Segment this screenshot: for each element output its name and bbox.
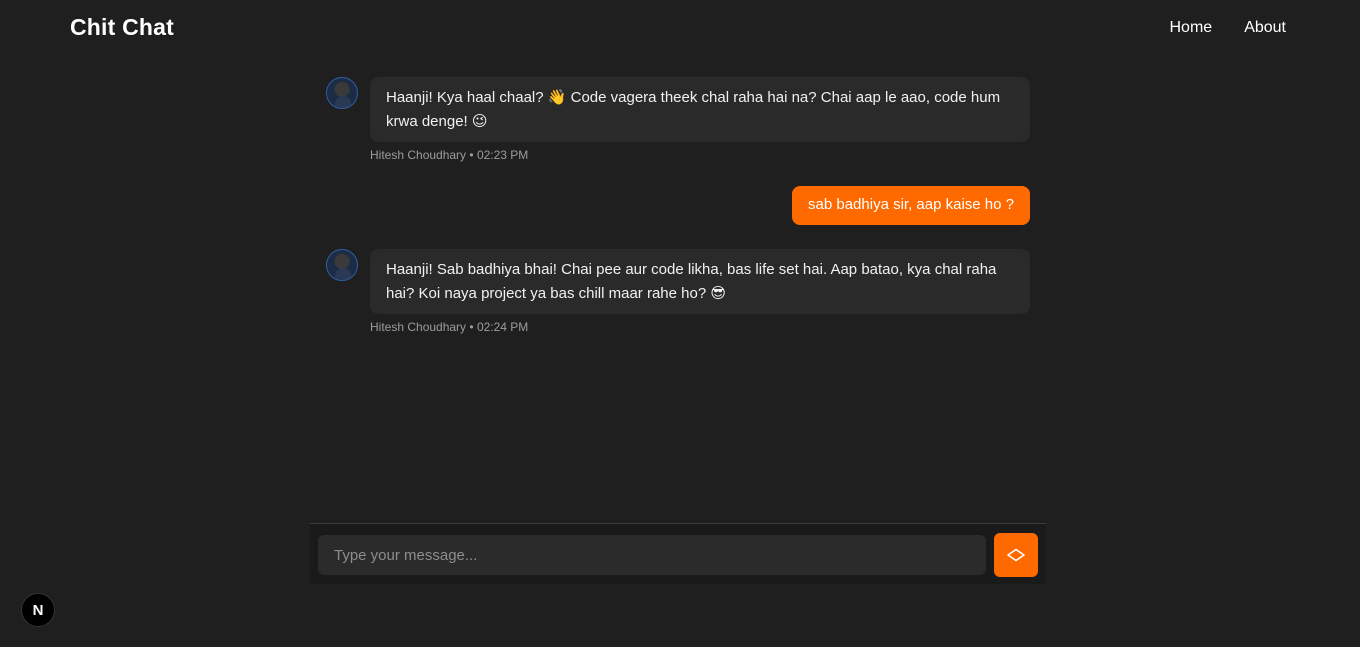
bot-message: Haanji! Kya haal chaal? 👋 Code vagera th… — [326, 77, 1030, 162]
bot-message-body: Haanji! Kya haal chaal? 👋 Code vagera th… — [370, 77, 1030, 162]
message-meta: Hitesh Choudhary • 02:23 PM — [370, 148, 529, 162]
avatar-icon — [326, 77, 358, 109]
user-message: sab badhiya sir, aap kaise ho ? — [326, 186, 1030, 225]
message-author: Hitesh Choudhary — [370, 320, 467, 334]
message-time: 02:23 PM — [476, 148, 529, 162]
message-time: 02:24 PM — [476, 320, 529, 334]
message-composer — [310, 523, 1046, 584]
nav-about-link[interactable]: About — [1244, 19, 1286, 37]
top-nav: Home About — [1170, 19, 1287, 37]
user-message-bubble: sab badhiya sir, aap kaise ho ? — [792, 186, 1030, 225]
dev-tools-badge[interactable]: N — [21, 593, 55, 627]
nav-home-link[interactable]: Home — [1170, 19, 1213, 37]
bot-message-body: Haanji! Sab badhiya bhai! Chai pee aur c… — [370, 249, 1030, 334]
send-icon — [1007, 548, 1025, 562]
message-meta: Hitesh Choudhary • 02:24 PM — [370, 320, 529, 334]
avatar-icon — [326, 249, 358, 281]
app-title: Chit Chat — [70, 14, 175, 40]
bot-message-bubble: Haanji! Kya haal chaal? 👋 Code vagera th… — [370, 77, 1030, 142]
send-button[interactable] — [994, 533, 1038, 577]
bot-message-bubble: Haanji! Sab badhiya bhai! Chai pee aur c… — [370, 249, 1030, 314]
message-list: Haanji! Kya haal chaal? 👋 Code vagera th… — [326, 77, 1030, 334]
message-author: Hitesh Choudhary — [370, 148, 467, 162]
bot-message: Haanji! Sab badhiya bhai! Chai pee aur c… — [326, 249, 1030, 334]
message-input[interactable] — [318, 535, 986, 575]
chat-page: Chit Chat Home About Haanji! Kya haal ch… — [0, 0, 1360, 647]
